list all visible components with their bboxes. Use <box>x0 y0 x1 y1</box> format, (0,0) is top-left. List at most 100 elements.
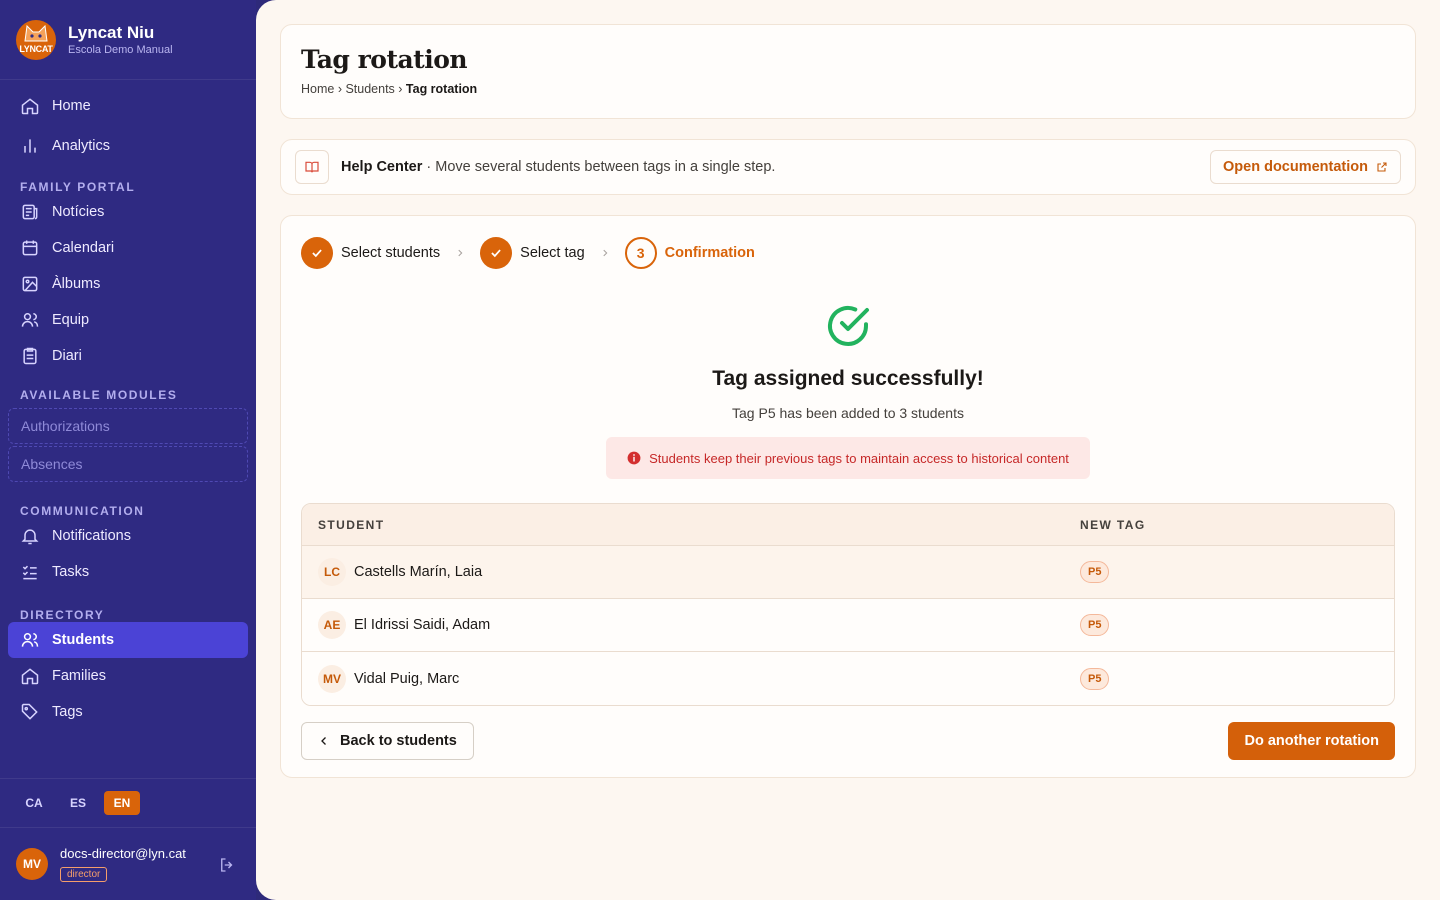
breadcrumb: Home › Students › Tag rotation <box>301 82 478 96</box>
nav-label: Notifications <box>52 528 131 544</box>
school-name: Lyncat Niu <box>68 22 155 42</box>
image-icon <box>20 274 40 294</box>
student-initials: AE <box>318 611 346 639</box>
lang-en-button[interactable]: EN <box>104 791 140 815</box>
page-header: Tag rotation Home › Students › Tag rotat… <box>280 24 1416 119</box>
brand[interactable]: LYNCAT Lyncat Niu Escola Demo Manual <box>0 0 256 80</box>
brand-logo: LYNCAT <box>16 19 56 60</box>
language-switcher: CA ES EN <box>0 778 256 828</box>
external-link-icon <box>1377 162 1387 172</box>
logo-text: LYNCAT <box>19 43 53 54</box>
nav-item-notifications[interactable]: Notifications <box>8 518 248 554</box>
stepper: Select students Select tag 3 Confirmatio… <box>301 236 1395 270</box>
info-alert: Students keep their previous tags to mai… <box>606 437 1090 479</box>
home-icon <box>20 96 40 116</box>
back-to-students-button[interactable]: Back to students <box>301 722 474 760</box>
student-name: Vidal Puig, Marc <box>354 670 460 687</box>
tag-badge: P5 <box>1080 614 1110 636</box>
wizard-panel: Select students Select tag 3 Confirmatio… <box>280 215 1416 778</box>
section-directory: DIRECTORY <box>20 608 105 622</box>
avatar: MV <box>16 848 48 880</box>
nav-label: Notícies <box>52 204 105 220</box>
role-badge: director <box>60 867 108 882</box>
nav-item-albums[interactable]: Àlbums <box>8 266 248 302</box>
step-label: Select students <box>341 245 441 261</box>
module-authorizations[interactable]: Authorizations <box>8 408 248 444</box>
info-icon <box>627 451 641 465</box>
user-email: docs-director@lyn.cat <box>60 846 186 861</box>
nav-label: Analytics <box>52 138 111 154</box>
breadcrumb-home[interactable]: Home <box>301 82 334 96</box>
table-row[interactable]: MV Vidal Puig, Marc P5 <box>302 652 1394 705</box>
nav-item-tasks[interactable]: Tasks <box>8 554 248 590</box>
lang-es-button[interactable]: ES <box>60 791 96 815</box>
nav-label: Tags <box>52 704 83 720</box>
button-label: Open documentation <box>1223 159 1368 175</box>
step-select-students[interactable]: Select students <box>301 237 440 269</box>
nav-label: Families <box>52 668 106 684</box>
step-label: Confirmation <box>664 245 755 261</box>
lang-ca-button[interactable]: CA <box>16 791 52 815</box>
breadcrumb-current: Tag rotation <box>405 82 478 96</box>
logout-icon[interactable] <box>218 856 236 877</box>
tag-icon <box>20 702 40 722</box>
nav-item-calendari[interactable]: Calendari <box>8 230 248 266</box>
nav-label: Students <box>52 632 115 648</box>
nav-secondary: COMMUNICATION Notifications Tasks DIRECT… <box>0 490 256 730</box>
tag-badge: P5 <box>1080 667 1110 690</box>
tag-badge: P5 <box>1080 561 1110 583</box>
main-content: Tag rotation Home › Students › Tag rotat… <box>256 0 1440 900</box>
chart-icon <box>20 136 40 156</box>
breadcrumb-students[interactable]: Students <box>345 82 394 96</box>
chevron-right-icon <box>599 248 611 258</box>
page-title: Tag rotation <box>301 45 468 74</box>
help-description: · Move several students between tags in … <box>422 159 776 175</box>
nav-item-noticies[interactable]: Notícies <box>8 194 248 230</box>
nav-item-tags[interactable]: Tags <box>8 694 248 730</box>
module-absences[interactable]: Absences <box>8 446 248 482</box>
cat-logo-icon <box>24 24 48 41</box>
home-icon <box>20 666 40 686</box>
student-name: Castells Marín, Laia <box>354 564 483 580</box>
column-header-new-tag: NEW TAG <box>1080 517 1146 532</box>
student-initials: MV <box>318 664 346 693</box>
step-label: Select tag <box>520 245 585 261</box>
bell-icon <box>20 526 40 546</box>
student-initials: LC <box>318 558 346 586</box>
nav-label: Diari <box>52 348 82 364</box>
do-another-rotation-button[interactable]: Do another rotation <box>1228 722 1395 760</box>
action-bar: Back to students Do another rotation <box>301 722 1395 760</box>
nav-item-analytics[interactable]: Analytics <box>8 126 248 166</box>
help-banner: Help Center · Move several students betw… <box>280 139 1416 195</box>
nav-label: Calendari <box>52 240 115 256</box>
school-subtitle: Escola Demo Manual <box>68 43 173 56</box>
section-communication: COMMUNICATION <box>20 504 145 518</box>
nav-item-students[interactable]: Students <box>8 622 248 658</box>
button-label: Back to students <box>340 733 457 749</box>
nav-label: Tasks <box>52 564 90 580</box>
check-icon <box>301 237 333 269</box>
column-header-student: STUDENT <box>318 517 385 532</box>
nav-label: Àlbums <box>52 276 101 292</box>
step-confirmation: 3 Confirmation <box>624 237 755 269</box>
step-select-tag[interactable]: Select tag <box>480 237 585 269</box>
sidebar: LYNCAT Lyncat Niu Escola Demo Manual Hom… <box>0 0 256 900</box>
chevron-right-icon <box>454 248 466 258</box>
open-documentation-button[interactable]: Open documentation <box>1210 150 1401 184</box>
table-row[interactable]: AE El Idrissi Saidi, Adam P5 <box>302 599 1394 652</box>
nav-label: Home <box>52 98 91 114</box>
student-name: El Idrissi Saidi, Adam <box>354 617 491 633</box>
nav-item-equip[interactable]: Equip <box>8 302 248 338</box>
nav-item-families[interactable]: Families <box>8 658 248 694</box>
step-number: 3 <box>624 237 657 269</box>
success-check-circle-icon <box>828 305 869 346</box>
user-panel: MV docs-director@lyn.cat director <box>0 828 256 900</box>
table-row[interactable]: LC Castells Marín, Laia P5 <box>302 546 1394 599</box>
help-title: Help Center <box>341 159 423 175</box>
nav-item-home[interactable]: Home <box>8 86 248 126</box>
table-header: STUDENT NEW TAG <box>302 504 1394 546</box>
alert-text: Students keep their previous tags to mai… <box>649 450 1069 466</box>
nav-label: Equip <box>52 312 90 328</box>
book-icon <box>295 150 329 184</box>
nav-item-diari[interactable]: Diari <box>8 338 248 374</box>
